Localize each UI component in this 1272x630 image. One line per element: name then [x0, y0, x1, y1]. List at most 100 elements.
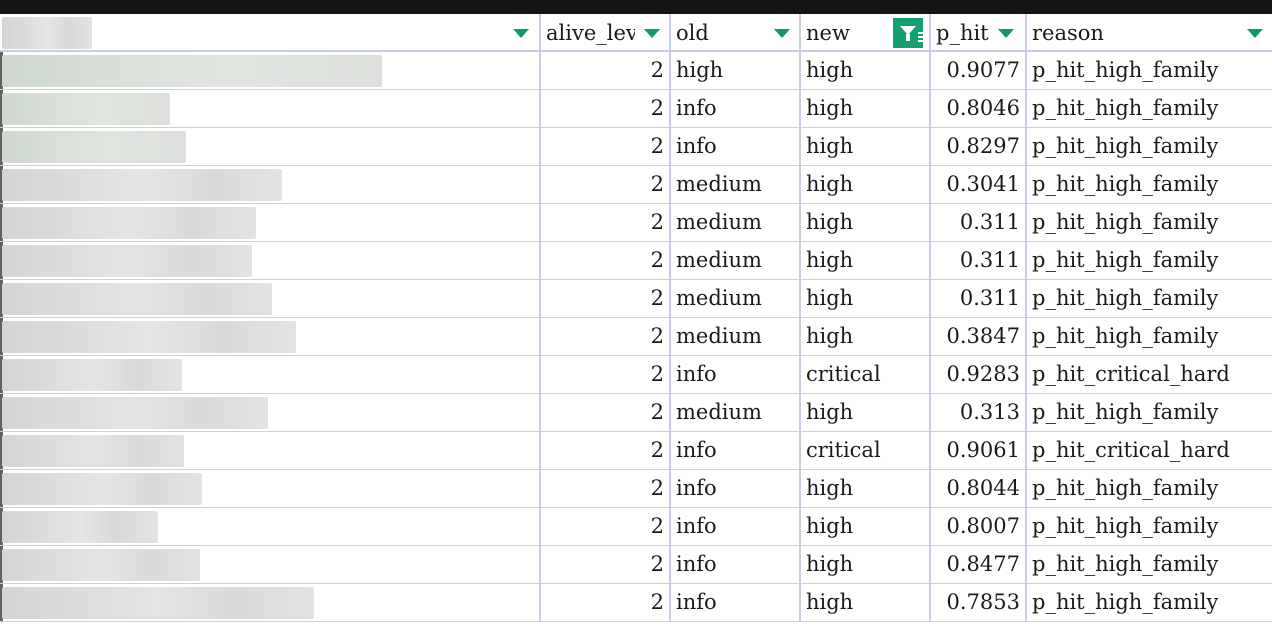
cell-alive-level[interactable]: 2 [541, 508, 671, 545]
cell-reason[interactable]: p_hit_high_family [1027, 394, 1272, 431]
cell-new[interactable]: high [801, 242, 931, 279]
cell-reason[interactable]: p_hit_high_family [1027, 318, 1272, 355]
cell-p-hit[interactable]: 0.311 [931, 242, 1027, 279]
cell-reason[interactable]: p_hit_critical_hard [1027, 432, 1272, 469]
cell-redacted[interactable] [0, 280, 541, 317]
cell-old[interactable]: info [671, 128, 801, 165]
header-cell-reason[interactable]: reason [1027, 14, 1272, 50]
cell-redacted[interactable] [0, 128, 541, 165]
cell-alive-level[interactable]: 2 [541, 52, 671, 89]
cell-new[interactable]: critical [801, 432, 931, 469]
cell-old[interactable]: medium [671, 318, 801, 355]
filter-dropdown-button-col-a[interactable] [504, 18, 538, 48]
cell-reason[interactable]: p_hit_high_family [1027, 280, 1272, 317]
cell-old[interactable]: info [671, 432, 801, 469]
cell-new[interactable]: high [801, 394, 931, 431]
cell-alive-level[interactable]: 2 [541, 432, 671, 469]
cell-alive-level[interactable]: 2 [541, 166, 671, 203]
cell-p-hit[interactable]: 0.8007 [931, 508, 1027, 545]
cell-old[interactable]: medium [671, 280, 801, 317]
cell-reason[interactable]: p_hit_high_family [1027, 90, 1272, 127]
cell-p-hit[interactable]: 0.8046 [931, 90, 1027, 127]
cell-new[interactable]: high [801, 166, 931, 203]
cell-alive-level[interactable]: 2 [541, 128, 671, 165]
cell-reason[interactable]: p_hit_high_family [1027, 546, 1272, 583]
cell-old[interactable]: info [671, 470, 801, 507]
cell-old[interactable]: medium [671, 394, 801, 431]
cell-p-hit[interactable]: 0.9077 [931, 52, 1027, 89]
cell-p-hit[interactable]: 0.311 [931, 204, 1027, 241]
cell-p-hit[interactable]: 0.9283 [931, 356, 1027, 393]
cell-new[interactable]: high [801, 90, 931, 127]
cell-p-hit[interactable]: 0.8297 [931, 128, 1027, 165]
cell-new[interactable]: high [801, 584, 931, 621]
cell-p-hit[interactable]: 0.8477 [931, 546, 1027, 583]
header-cell-new[interactable]: new [801, 14, 931, 50]
filter-dropdown-button-reason[interactable] [1238, 18, 1272, 48]
cell-new[interactable]: high [801, 546, 931, 583]
cell-p-hit[interactable]: 0.3847 [931, 318, 1027, 355]
cell-alive-level[interactable]: 2 [541, 546, 671, 583]
header-cell-p-hit[interactable]: p_hit [931, 14, 1027, 50]
cell-redacted[interactable] [0, 52, 541, 89]
header-cell-old[interactable]: old [671, 14, 801, 50]
cell-reason[interactable]: p_hit_high_family [1027, 128, 1272, 165]
cell-old[interactable]: info [671, 508, 801, 545]
filter-dropdown-button-alive-level[interactable] [635, 18, 669, 48]
cell-reason[interactable]: p_hit_high_family [1027, 470, 1272, 507]
cell-new[interactable]: high [801, 204, 931, 241]
cell-reason[interactable]: p_hit_critical_hard [1027, 356, 1272, 393]
cell-new[interactable]: critical [801, 356, 931, 393]
header-cell-col-a[interactable] [0, 14, 541, 50]
cell-old[interactable]: high [671, 52, 801, 89]
cell-old[interactable]: medium [671, 166, 801, 203]
cell-redacted[interactable] [0, 394, 541, 431]
cell-redacted[interactable] [0, 546, 541, 583]
filter-active-button-new[interactable] [893, 18, 924, 48]
cell-new[interactable]: high [801, 508, 931, 545]
cell-old[interactable]: info [671, 90, 801, 127]
cell-alive-level[interactable]: 2 [541, 356, 671, 393]
cell-new[interactable]: high [801, 52, 931, 89]
cell-old[interactable]: info [671, 546, 801, 583]
cell-reason[interactable]: p_hit_high_family [1027, 166, 1272, 203]
header-cell-alive-level[interactable]: alive_level [541, 14, 671, 50]
cell-old[interactable]: medium [671, 204, 801, 241]
cell-p-hit[interactable]: 0.8044 [931, 470, 1027, 507]
spreadsheet-grid[interactable]: alive_level old new p_hit reason 2 high hi… [0, 14, 1272, 622]
cell-p-hit[interactable]: 0.311 [931, 280, 1027, 317]
cell-old[interactable]: info [671, 584, 801, 621]
cell-alive-level[interactable]: 2 [541, 90, 671, 127]
cell-redacted[interactable] [0, 584, 541, 621]
cell-new[interactable]: high [801, 470, 931, 507]
cell-reason[interactable]: p_hit_high_family [1027, 584, 1272, 621]
cell-redacted[interactable] [0, 470, 541, 507]
cell-redacted[interactable] [0, 242, 541, 279]
cell-p-hit[interactable]: 0.7853 [931, 584, 1027, 621]
filter-dropdown-button-p-hit[interactable] [989, 18, 1023, 48]
cell-alive-level[interactable]: 2 [541, 280, 671, 317]
cell-p-hit[interactable]: 0.9061 [931, 432, 1027, 469]
cell-new[interactable]: high [801, 280, 931, 317]
cell-alive-level[interactable]: 2 [541, 394, 671, 431]
cell-redacted[interactable] [0, 508, 541, 545]
cell-new[interactable]: high [801, 128, 931, 165]
cell-redacted[interactable] [0, 204, 541, 241]
cell-redacted[interactable] [0, 432, 541, 469]
cell-redacted[interactable] [0, 90, 541, 127]
cell-reason[interactable]: p_hit_high_family [1027, 52, 1272, 89]
cell-p-hit[interactable]: 0.3041 [931, 166, 1027, 203]
cell-redacted[interactable] [0, 166, 541, 203]
cell-reason[interactable]: p_hit_high_family [1027, 242, 1272, 279]
cell-alive-level[interactable]: 2 [541, 584, 671, 621]
cell-old[interactable]: medium [671, 242, 801, 279]
cell-alive-level[interactable]: 2 [541, 242, 671, 279]
cell-alive-level[interactable]: 2 [541, 204, 671, 241]
cell-reason[interactable]: p_hit_high_family [1027, 508, 1272, 545]
cell-p-hit[interactable]: 0.313 [931, 394, 1027, 431]
cell-new[interactable]: high [801, 318, 931, 355]
cell-redacted[interactable] [0, 356, 541, 393]
cell-alive-level[interactable]: 2 [541, 318, 671, 355]
cell-old[interactable]: info [671, 356, 801, 393]
filter-dropdown-button-old[interactable] [765, 18, 799, 48]
